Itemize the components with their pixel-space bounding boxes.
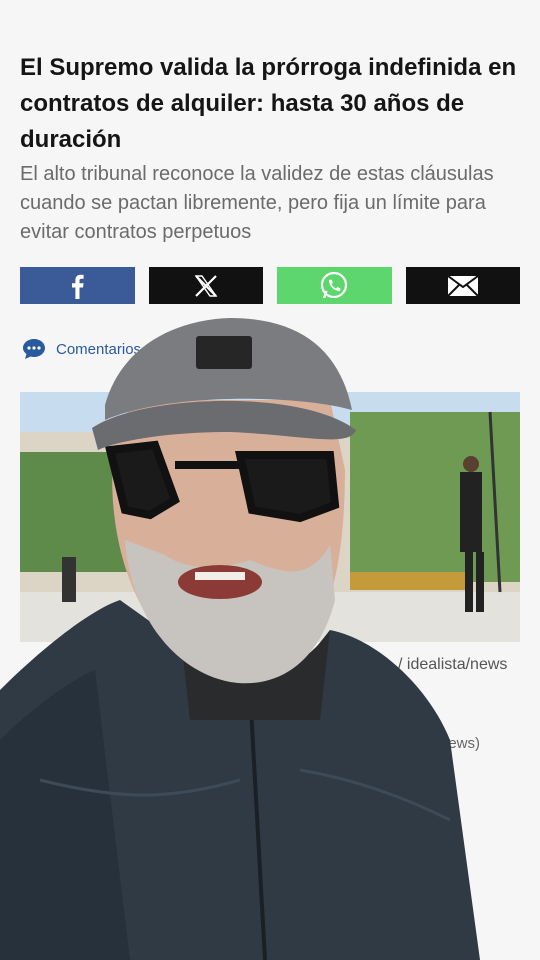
mail-icon [447,274,479,297]
comments-label: Comentarios [56,340,142,358]
share-whatsapp-button[interactable] [277,267,392,304]
share-mail-button[interactable] [405,267,520,304]
article-subheadline: El alto tribunal reconoce la validez de … [20,163,494,243]
facebook-icon [72,274,84,299]
comment-bubble-icon [23,339,45,359]
x-icon [194,274,218,297]
article-headline: El Supremo valida la prórroga indefinida… [20,54,517,153]
share-x-button[interactable] [148,267,263,304]
article-photo [20,392,520,642]
comments-link[interactable]: Comentarios [22,338,141,360]
share-facebook-button[interactable] [20,267,135,304]
photo-credit: / idealista/news [398,656,508,673]
whatsapp-icon [321,271,348,298]
secondary-credit: news) [440,735,481,752]
article: El Supremo valida la prórroga indefinida… [0,0,540,960]
share-bar [20,267,520,304]
